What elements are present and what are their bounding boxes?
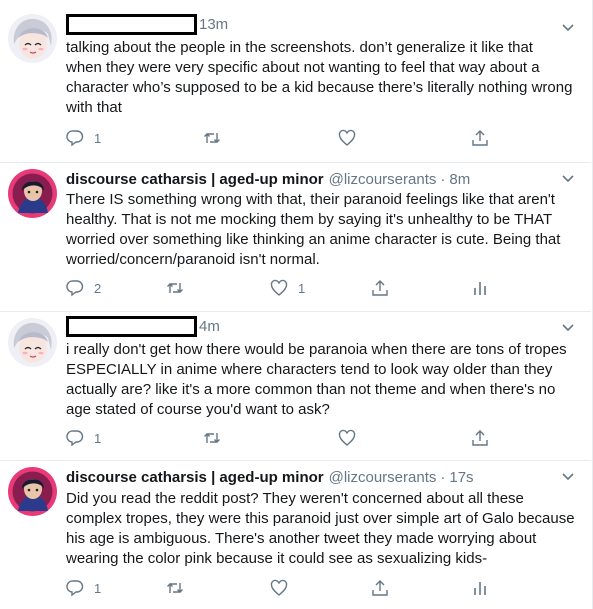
- tweet-text-line: age stated of course you'd want to ask?: [66, 401, 330, 418]
- display-name[interactable]: discourse catharsis | aged-up minor: [66, 171, 324, 188]
- reply-button[interactable]: 1: [66, 578, 101, 598]
- tweet-text-line: healthy. That is not me mocking them by …: [66, 211, 553, 228]
- retweet-icon: [204, 433, 220, 443]
- like-count: 1: [298, 280, 306, 296]
- tweet-text-line: complex tropes, they were this paranoid …: [66, 510, 575, 527]
- like-button[interactable]: [338, 128, 366, 148]
- tweet-text-line: his age is ambiguous. There's another tw…: [66, 530, 537, 547]
- reply-button[interactable]: 1: [66, 128, 101, 148]
- analytics-icon: [474, 582, 486, 595]
- like-button[interactable]: 1: [270, 278, 305, 298]
- like-icon: [338, 129, 356, 146]
- reply-button[interactable]: 2: [66, 278, 101, 298]
- reply-icon: [66, 430, 84, 447]
- retweet-icon: [204, 133, 220, 143]
- user-handle[interactable]: @lizcourserants: [329, 171, 437, 188]
- share-icon: [372, 580, 388, 596]
- reply-count: 2: [94, 280, 102, 296]
- tweet[interactable]: discourse catharsis | aged-up minor @liz…: [0, 163, 591, 312]
- share-button[interactable]: [371, 578, 389, 598]
- avatar[interactable]: [8, 169, 57, 218]
- tweet-text: There IS something wrong with that, thei…: [66, 190, 576, 270]
- reply-icon: [66, 280, 84, 297]
- tweet-time[interactable]: 4m: [199, 318, 220, 335]
- tweet-actions: 1: [66, 428, 506, 448]
- reply-count: 1: [94, 130, 102, 146]
- share-icon: [372, 280, 388, 296]
- reply-icon: [66, 580, 84, 597]
- share-button[interactable]: [471, 128, 489, 148]
- reply-count: 1: [94, 430, 102, 446]
- reply-count: 1: [94, 580, 102, 596]
- analytics-icon: [474, 282, 486, 295]
- avatar[interactable]: [8, 318, 57, 367]
- like-icon: [270, 579, 288, 596]
- share-icon: [472, 130, 488, 146]
- like-icon: [270, 279, 288, 296]
- retweet-icon: [167, 583, 183, 593]
- user-handle[interactable]: @lizcourserants: [329, 469, 437, 486]
- like-button[interactable]: [270, 578, 298, 598]
- tweet-actions: 2 1: [66, 278, 506, 298]
- tweet-header: discourse catharsis | aged-up minor @liz…: [66, 169, 470, 189]
- tweet-text-line: There IS something wrong with that, thei…: [66, 191, 555, 208]
- retweet-icon: [167, 283, 183, 293]
- redacted-username: [66, 315, 197, 337]
- like-icon: [338, 429, 356, 446]
- tweet-text-line: Did you read the reddit post? They weren…: [66, 490, 524, 507]
- share-icon: [472, 430, 488, 446]
- like-button[interactable]: [338, 428, 366, 448]
- tweet-text-line: wearing the color pink because it could …: [66, 550, 488, 567]
- retweet-button[interactable]: [203, 428, 231, 448]
- separator: ·: [440, 170, 446, 188]
- chevron-down-icon[interactable]: [561, 20, 575, 34]
- tweet-text-line: worried over something like thinking an …: [66, 231, 561, 248]
- avatar[interactable]: [8, 467, 57, 516]
- tweet-header: discourse catharsis | aged-up minor @liz…: [66, 467, 474, 487]
- tweet[interactable]: discourse catharsis | aged-up minor @liz…: [0, 461, 591, 609]
- tweet-text-line: worried/concern/paranoid isn't normal.: [66, 251, 320, 268]
- analytics-button[interactable]: [471, 278, 489, 298]
- share-button[interactable]: [471, 428, 489, 448]
- display-name[interactable]: discourse catharsis | aged-up minor: [66, 469, 324, 486]
- tweet[interactable]: 13m talking about the people in the scre…: [0, 0, 591, 163]
- tweet-text-line: with that: [66, 99, 122, 116]
- tweet-text-line: actually are? like it's a more common th…: [66, 381, 556, 398]
- reply-icon: [66, 130, 84, 147]
- tweet-text-line: i really don't get how there would be pa…: [66, 341, 567, 358]
- tweet-header: 4m: [66, 315, 220, 337]
- tweet-text-line: character who’s supposed to be a kid bec…: [66, 79, 573, 96]
- tweet-text: Did you read the reddit post? They weren…: [66, 489, 576, 569]
- reply-button[interactable]: 1: [66, 428, 101, 448]
- tweet-actions: 1: [66, 578, 506, 598]
- tweet-actions: 1: [66, 128, 506, 148]
- tweet-text: i really don't get how there would be pa…: [66, 340, 576, 420]
- tweet-time[interactable]: 17s: [449, 469, 473, 486]
- retweet-button[interactable]: [203, 128, 231, 148]
- avatar[interactable]: [8, 14, 57, 63]
- retweet-button[interactable]: [166, 278, 194, 298]
- conversation-timeline: 13m talking about the people in the scre…: [0, 0, 593, 609]
- redacted-username: [66, 13, 197, 35]
- separator: ·: [440, 468, 446, 486]
- tweet-text-line: when they were very specific about not w…: [66, 59, 540, 76]
- tweet-text: talking about the people in the screensh…: [66, 38, 576, 118]
- retweet-button[interactable]: [166, 578, 194, 598]
- share-button[interactable]: [371, 278, 389, 298]
- tweet-time[interactable]: 8m: [449, 171, 470, 188]
- tweet-header: 13m: [66, 13, 228, 35]
- chevron-down-icon[interactable]: [561, 469, 575, 483]
- chevron-down-icon[interactable]: [561, 171, 575, 185]
- tweet[interactable]: 4m i really don't get how there would be…: [0, 312, 591, 461]
- tweet-text-line: talking about the people in the screensh…: [66, 39, 533, 56]
- chevron-down-icon[interactable]: [561, 320, 575, 334]
- tweet-time[interactable]: 13m: [199, 16, 228, 33]
- tweet-text-line: ESPECIALLY in anime where characters ten…: [66, 361, 553, 378]
- analytics-button[interactable]: [471, 578, 489, 598]
